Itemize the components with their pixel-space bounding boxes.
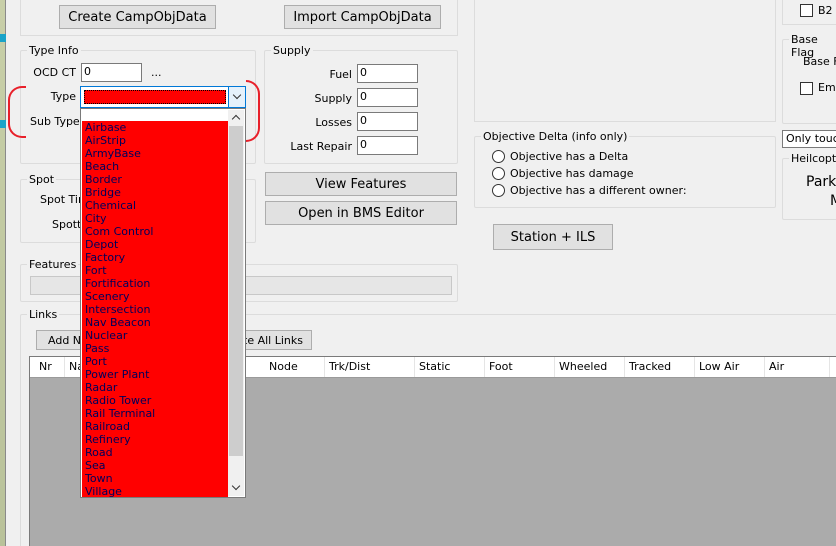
emi-label: Emi <box>818 81 836 94</box>
b2-checkbox[interactable] <box>800 4 813 17</box>
annotation-left-bracket <box>8 86 26 138</box>
type-option-nav-beacon[interactable]: Nav Beacon <box>82 316 228 329</box>
annotation-right-bracket <box>246 80 260 142</box>
type-option-border[interactable]: Border <box>82 173 228 186</box>
type-option-factory[interactable]: Factory <box>82 251 228 264</box>
type-option-depot[interactable]: Depot <box>82 238 228 251</box>
scrollbar-thumb[interactable] <box>229 126 243 456</box>
type-option-village[interactable]: Village <box>82 485 228 497</box>
column-header-trk-dist[interactable]: Trk/Dist <box>325 357 415 377</box>
supply-caption: Supply <box>271 44 313 57</box>
column-header-static[interactable]: Static <box>415 357 485 377</box>
column-header-tracked[interactable]: Tracked <box>625 357 695 377</box>
type-option-railroad[interactable]: Railroad <box>82 420 228 433</box>
chevron-down-icon[interactable] <box>231 481 241 491</box>
type-option-fortification[interactable]: Fortification <box>82 277 228 290</box>
last-repair-label: Last Repair <box>290 140 352 153</box>
type-option-rail-terminal[interactable]: Rail Terminal <box>82 407 228 420</box>
column-header-node[interactable]: Node <box>265 357 325 377</box>
type-option-radar[interactable]: Radar <box>82 381 228 394</box>
ocd-ct-browse-button[interactable]: ... <box>151 66 162 79</box>
open-in-bms-editor-button[interactable]: Open in BMS Editor <box>265 201 457 225</box>
map-marker <box>0 34 6 42</box>
type-option-sea[interactable]: Sea <box>82 459 228 472</box>
column-header-nr[interactable]: Nr <box>35 357 65 377</box>
type-option-fort[interactable]: Fort <box>82 264 228 277</box>
ocd-ct-label: OCD CT <box>33 66 76 79</box>
column-header-low-air[interactable]: Low Air <box>695 357 765 377</box>
b2-label: B2 <box>818 4 833 17</box>
column-header-air[interactable]: Air <box>765 357 830 377</box>
only-touch-dropdown[interactable]: Only touch <box>782 130 836 148</box>
objective-owner-option: Objective has a different owner: <box>510 184 687 197</box>
m-text: M <box>830 193 836 210</box>
import-campobjdata-button[interactable]: Import CampObjData <box>284 5 441 29</box>
type-option-chemical[interactable]: Chemical <box>82 199 228 212</box>
sub-type-label: Sub Type <box>30 115 80 128</box>
type-option-radio-tower[interactable]: Radio Tower <box>82 394 228 407</box>
objective-owner-radio[interactable] <box>492 184 505 197</box>
type-option-intersection[interactable]: Intersection <box>82 303 228 316</box>
type-option-airbase[interactable]: Airbase <box>82 121 228 134</box>
objective-delta-option: Objective has a Delta <box>510 150 629 163</box>
type-option-city[interactable]: City <box>82 212 228 225</box>
chevron-down-icon <box>232 90 242 100</box>
features-caption: Features <box>27 258 79 271</box>
losses-label: Losses <box>315 116 352 129</box>
type-info-caption: Type Info <box>27 44 81 57</box>
ocd-ct-field[interactable]: 0 <box>81 63 142 82</box>
supply-label: Supply <box>314 92 353 105</box>
park-text: Park <box>806 174 836 190</box>
type-option-town[interactable]: Town <box>82 472 228 485</box>
create-campobjdata-button[interactable]: Create CampObjData <box>59 5 216 29</box>
type-option-bridge[interactable]: Bridge <box>82 186 228 199</box>
type-option-airstrip[interactable]: AirStrip <box>82 134 228 147</box>
type-combobox[interactable] <box>80 86 246 108</box>
add-new-link-button[interactable]: Add Ne <box>36 330 88 350</box>
objective-delta-caption: Objective Delta (info only) <box>481 130 630 143</box>
column-header-foot[interactable]: Foot <box>485 357 555 377</box>
type-combobox-value <box>84 90 226 104</box>
background-map-fragment <box>0 0 6 546</box>
fuel-field[interactable]: 0 <box>357 64 418 83</box>
type-option-refinery[interactable]: Refinery <box>82 433 228 446</box>
type-dropdown-list[interactable]: Airbase AirStrip ArmyBase Beach Border Bridge… <box>80 108 246 498</box>
emi-checkbox[interactable] <box>800 82 813 95</box>
type-option-nuclear[interactable]: Nuclear <box>82 329 228 342</box>
type-option-port[interactable]: Port <box>82 355 228 368</box>
losses-field[interactable]: 0 <box>357 112 418 131</box>
spot-caption: Spot <box>27 173 57 186</box>
links-caption: Links <box>27 308 60 321</box>
supply-field[interactable]: 0 <box>357 88 418 107</box>
type-option-scenery[interactable]: Scenery <box>82 290 228 303</box>
last-repair-field[interactable]: 0 <box>357 136 418 155</box>
type-dropdown-items: Airbase AirStrip ArmyBase Beach Border Bridge… <box>82 121 228 497</box>
objective-damage-option: Objective has damage <box>510 167 634 180</box>
column-header-wheeled[interactable]: Wheeled <box>555 357 625 377</box>
type-combobox-button[interactable] <box>228 87 245 107</box>
map-marker <box>0 120 6 128</box>
fuel-label: Fuel <box>329 68 352 81</box>
objective-delta-radio[interactable] <box>492 150 505 163</box>
chevron-up-icon[interactable] <box>231 114 241 124</box>
type-option-power-plant[interactable]: Power Plant <box>82 368 228 381</box>
base-f-label: Base F <box>803 55 836 68</box>
type-option-com-control[interactable]: Com Control <box>82 225 228 238</box>
type-option-beach[interactable]: Beach <box>82 160 228 173</box>
view-features-button[interactable]: View Features <box>265 172 457 196</box>
helicopter-caption: Heilcopte <box>789 152 836 165</box>
type-option-armybase[interactable]: ArmyBase <box>82 147 228 160</box>
type-dropdown-scrollbar[interactable] <box>228 110 244 496</box>
station-ils-button[interactable]: Station + ILS <box>493 224 613 250</box>
type-option-pass[interactable]: Pass <box>82 342 228 355</box>
preview-panel <box>474 0 776 122</box>
objective-damage-radio[interactable] <box>492 167 505 180</box>
type-label: Type <box>50 90 76 103</box>
type-option-road[interactable]: Road <box>82 446 228 459</box>
